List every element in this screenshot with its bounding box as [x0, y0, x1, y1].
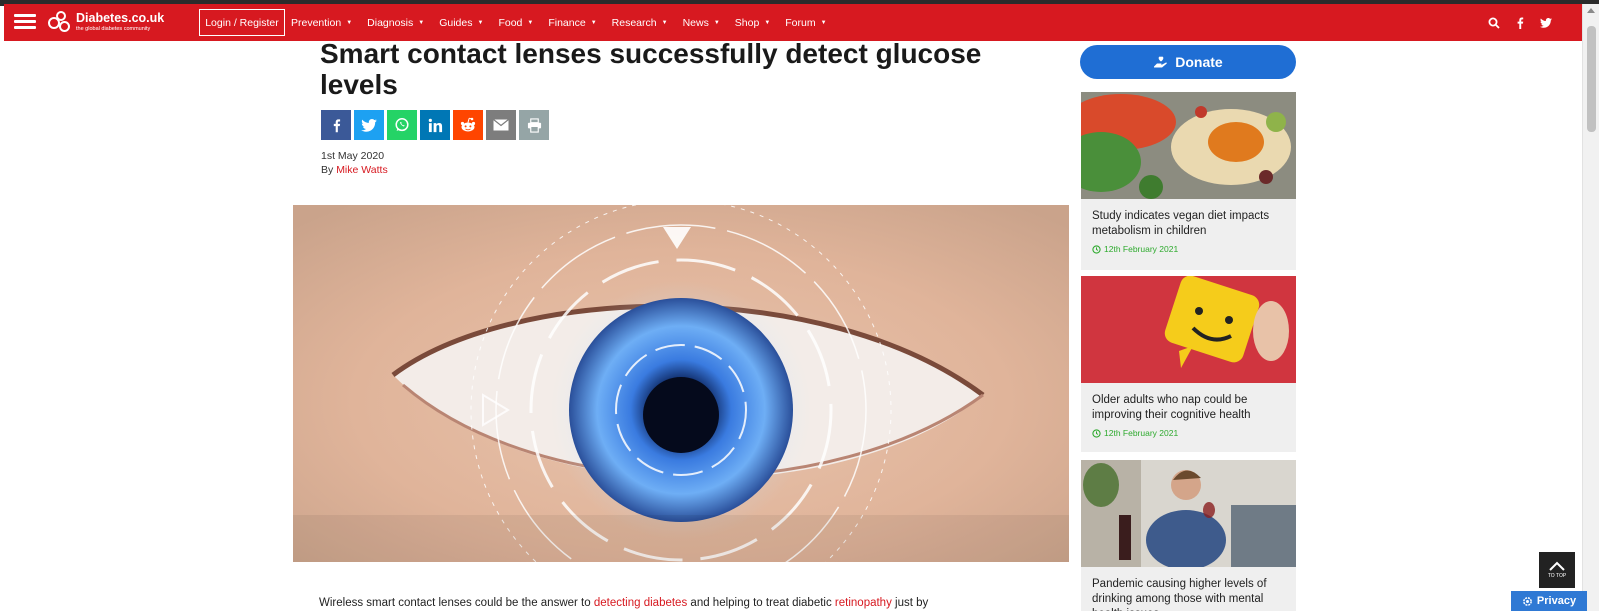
share-reddit-button[interactable]	[453, 110, 483, 140]
scroll-up-arrow-icon[interactable]	[1587, 8, 1595, 13]
scrollbar-thumb[interactable]	[1587, 26, 1596, 132]
twitter-icon	[361, 118, 377, 132]
clock-icon	[1092, 244, 1101, 254]
to-top-label: TO TOP	[1547, 573, 1567, 579]
detecting-diabetes-link[interactable]: detecting diabetes	[594, 597, 687, 609]
body-text-end: just by	[895, 597, 929, 609]
facebook-icon[interactable]	[1516, 17, 1524, 29]
menu-item-diagnosis[interactable]: Diagnosis ▼	[367, 17, 424, 29]
share-linkedin-button[interactable]	[420, 110, 450, 140]
site-header: Diabetes.co.uk the global diabetes commu…	[4, 4, 1582, 41]
menu-item-label: Shop	[734, 16, 760, 29]
linkedin-icon	[428, 118, 442, 132]
menu-item-label: News	[682, 16, 709, 29]
menu-item-prevention[interactable]: Prevention ▼	[291, 17, 352, 29]
caret-down-icon: ▼	[590, 19, 597, 26]
caret-down-icon: ▼	[477, 19, 484, 26]
article-title: Smart contact lenses successfully detect…	[320, 38, 982, 100]
email-icon	[493, 119, 509, 131]
hamburger-menu-icon[interactable]	[14, 14, 36, 30]
menu-item-label: Finance	[548, 16, 586, 29]
hand-heart-icon	[1154, 56, 1168, 68]
donate-label: Donate	[1175, 54, 1223, 70]
caret-down-icon: ▼	[661, 19, 668, 26]
page-scrollbar[interactable]	[1582, 4, 1599, 611]
smiley-sign-image	[1081, 276, 1296, 383]
body-text-intro: Wireless smart contact lenses could be t…	[319, 597, 591, 609]
share-twitter-button[interactable]	[354, 110, 384, 140]
menu-item-food[interactable]: Food ▼	[498, 17, 533, 29]
share-whatsapp-button[interactable]	[387, 110, 417, 140]
caret-down-icon: ▼	[713, 19, 720, 26]
caret-down-icon: ▼	[346, 19, 353, 26]
header-icons	[1472, 4, 1552, 41]
logo-name: Diabetes.co.uk	[76, 11, 165, 25]
vegan-food-image	[1081, 92, 1296, 199]
facebook-icon	[333, 118, 340, 132]
menu-item-forum[interactable]: Forum ▼	[785, 17, 826, 29]
caret-down-icon: ▼	[527, 19, 534, 26]
caret-down-icon: ▼	[820, 19, 827, 26]
gear-icon	[1523, 596, 1532, 606]
eye-lens-image	[293, 205, 1069, 562]
share-buttons	[321, 110, 552, 140]
privacy-label: Privacy	[1536, 595, 1577, 607]
news-card[interactable]: Study indicates vegan diet impacts metab…	[1081, 92, 1296, 270]
menu-item-label: Forum	[785, 16, 816, 29]
clock-icon	[1092, 428, 1101, 438]
article-byline: By Mike Watts	[321, 164, 388, 176]
donate-button[interactable]: Donate	[1080, 45, 1296, 79]
article-date: 1st May 2020	[321, 150, 385, 162]
logo-mark-icon	[46, 9, 72, 35]
card-title[interactable]: Study indicates vegan diet impacts metab…	[1081, 199, 1296, 239]
article-body-paragraph: Wireless smart contact lenses could be t…	[319, 597, 1019, 609]
site-logo[interactable]: Diabetes.co.uk the global diabetes commu…	[46, 8, 164, 36]
menu-item-finance[interactable]: Finance ▼	[548, 17, 596, 29]
share-email-button[interactable]	[486, 110, 516, 140]
menu-item-research[interactable]: Research ▼	[612, 17, 668, 29]
news-card[interactable]: Older adults who nap could be improving …	[1081, 276, 1296, 452]
news-card[interactable]: Pandemic causing higher levels of drinki…	[1081, 460, 1296, 611]
reddit-icon	[460, 117, 476, 132]
by-label: By	[321, 164, 334, 176]
card-date: 12th February 2021	[1081, 239, 1296, 254]
caret-down-icon: ▼	[418, 19, 425, 26]
login-register-button[interactable]: Login / Register	[199, 9, 285, 36]
menu-item-label: Food	[498, 16, 523, 29]
menu-item-shop[interactable]: Shop ▼	[735, 17, 770, 29]
card-date-text: 12th February 2021	[1104, 428, 1179, 438]
search-icon[interactable]	[1488, 17, 1500, 29]
man-drinking-image	[1081, 460, 1296, 567]
whatsapp-icon	[395, 118, 409, 132]
author-link[interactable]: Mike Watts	[336, 164, 388, 176]
chevron-up-icon	[1549, 561, 1565, 571]
menu-item-label: Research	[611, 16, 657, 29]
card-date-text: 12th February 2021	[1104, 244, 1179, 254]
retinopathy-link[interactable]: retinopathy	[835, 597, 892, 609]
share-facebook-button[interactable]	[321, 110, 351, 140]
caret-down-icon: ▼	[764, 19, 771, 26]
card-title[interactable]: Pandemic causing higher levels of drinki…	[1081, 567, 1296, 611]
menu-item-label: Diagnosis	[367, 16, 414, 29]
menu-item-news[interactable]: News ▼	[683, 17, 720, 29]
privacy-button[interactable]: Privacy	[1511, 591, 1587, 611]
twitter-icon[interactable]	[1540, 17, 1552, 28]
menu-item-guides[interactable]: Guides ▼	[439, 17, 483, 29]
logo-tagline: the global diabetes community	[76, 25, 151, 32]
card-date: 12th February 2021	[1081, 423, 1296, 438]
menu-item-label: Guides	[439, 16, 473, 29]
share-print-button[interactable]	[519, 110, 549, 140]
menu-item-label: Prevention	[291, 16, 342, 29]
article-hero-image	[293, 205, 1069, 562]
main-menu: Prevention ▼ Diagnosis ▼ Guides ▼ Food ▼ Fin…	[291, 4, 842, 41]
card-title[interactable]: Older adults who nap could be improving …	[1081, 383, 1296, 423]
body-text-mid: and helping to treat diabetic	[690, 597, 832, 609]
print-icon	[527, 117, 541, 133]
back-to-top-button[interactable]: TO TOP	[1539, 552, 1575, 588]
